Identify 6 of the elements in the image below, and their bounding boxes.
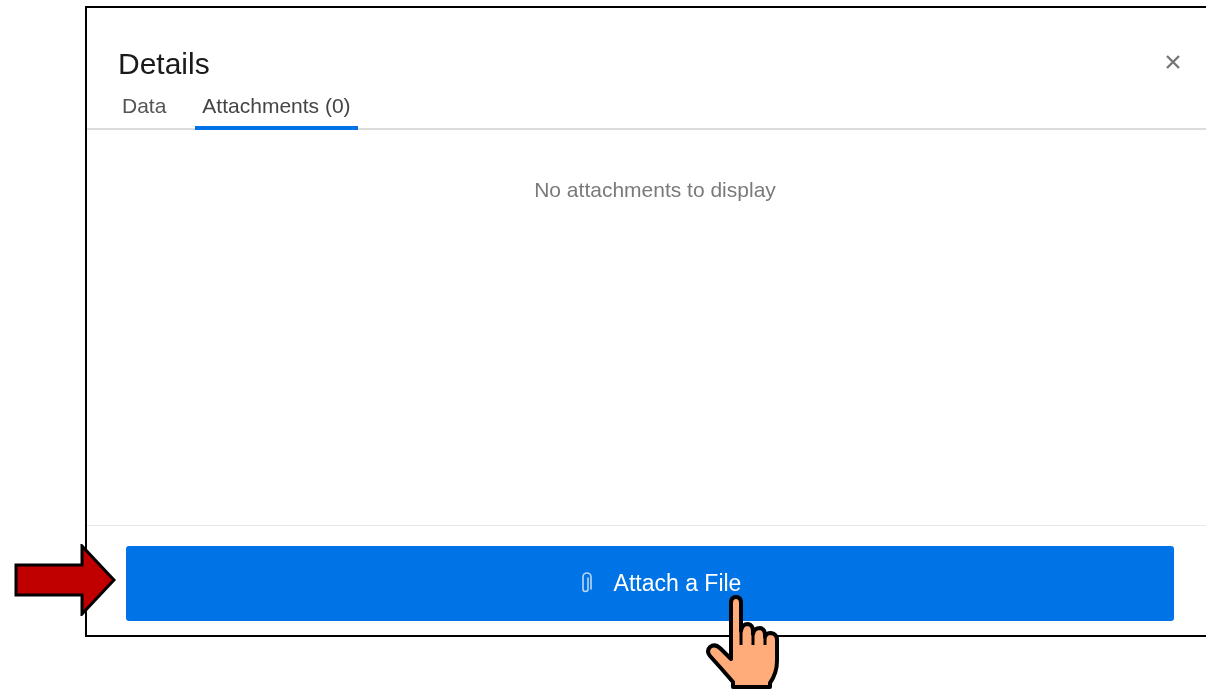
tab[interactable]: Data: [106, 86, 183, 130]
attach-file-button[interactable]: Attach a File: [126, 546, 1174, 621]
close-icon: [1165, 54, 1181, 70]
empty-message: No attachments to display: [534, 177, 776, 202]
tab[interactable]: Attachments (0): [195, 86, 358, 130]
dialog-title: Details: [118, 46, 210, 82]
